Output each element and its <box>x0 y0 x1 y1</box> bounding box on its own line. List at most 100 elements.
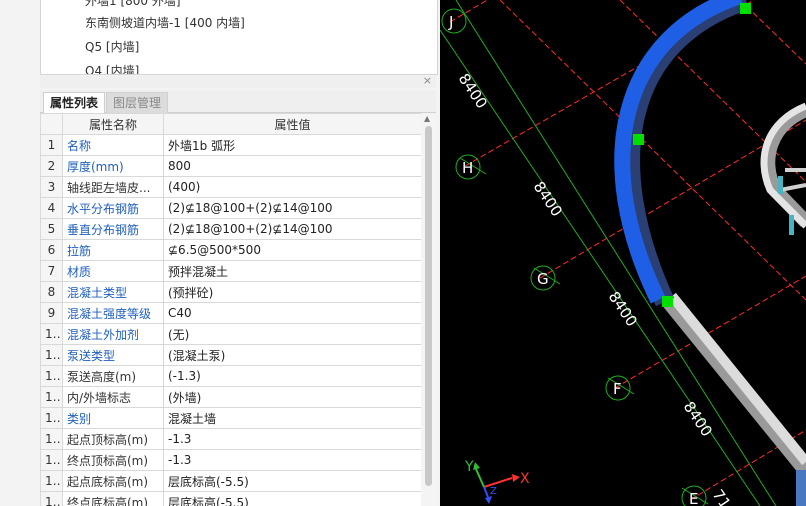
property-name-cell: 拉筋 <box>62 239 164 261</box>
table-row[interactable]: 15 起点顶标高(m) -1.3 <box>40 428 421 450</box>
property-name-cell: 材质 <box>62 260 164 282</box>
property-name-cell: 轴线距左墙皮... <box>62 176 164 198</box>
table-row[interactable]: 7 材质 预拌混凝土 <box>40 260 421 282</box>
left-panel: 外墙1 [800 外墙] 东南侧坡道内墙-1 [400 内墙] Q5 [内墙] … <box>0 0 440 506</box>
property-value-cell[interactable]: -1.3 <box>163 449 421 471</box>
grip-start[interactable] <box>740 3 751 14</box>
header-index <box>40 113 63 135</box>
property-name-cell: 混凝土类型 <box>62 281 164 303</box>
property-value-cell[interactable]: (2)⊈18@100+(2)⊈14@100 <box>163 197 421 219</box>
axis-label-f: F <box>613 380 622 398</box>
row-index: 14 <box>40 407 63 429</box>
row-index: 4 <box>40 197 63 219</box>
table-row[interactable]: 18 终点底标高(m) 层底标高(-5.5) <box>40 491 421 506</box>
scrollbar-thumb[interactable] <box>425 126 432 486</box>
table-row[interactable]: 13 内/外墙标志 (外墙) <box>40 386 421 408</box>
gizmo-z-label: Z <box>490 486 497 497</box>
property-value-cell[interactable]: -1.3 <box>163 428 421 450</box>
property-name-cell: 起点底标高(m) <box>62 470 164 492</box>
property-name-cell: 起点顶标高(m) <box>62 428 164 450</box>
row-index: 11 <box>40 344 63 366</box>
property-value-cell[interactable]: (外墙) <box>163 386 421 408</box>
table-row[interactable]: 10 混凝土外加剂 (无) <box>40 323 421 345</box>
property-table: 属性名称 属性值 1 名称 外墙1b 弧形 2 厚度(mm) 800 3 轴线距左墙皮...(… <box>40 113 421 506</box>
table-row[interactable]: 5 垂直分布钢筋 (2)⊈18@100+(2)⊈14@100 <box>40 218 421 240</box>
table-row[interactable]: 11 泵送类型 (混凝土泵) <box>40 344 421 366</box>
property-value-cell[interactable]: 预拌混凝土 <box>163 260 421 282</box>
grip-end[interactable] <box>662 296 673 307</box>
property-value-cell[interactable]: (400) <box>163 176 421 198</box>
header-property-value: 属性值 <box>163 113 421 135</box>
row-index: 18 <box>40 491 63 506</box>
grip-mid[interactable] <box>633 134 644 145</box>
property-value-cell[interactable]: (2)⊈18@100+(2)⊈14@100 <box>163 218 421 240</box>
component-tree: 外墙1 [800 外墙] 东南侧坡道内墙-1 [400 内墙] Q5 [内墙] … <box>40 0 438 75</box>
tree-item-q5[interactable]: Q5 [内墙] <box>85 38 139 55</box>
row-index: 15 <box>40 428 63 450</box>
property-name-cell: 终点底标高(m) <box>62 491 164 506</box>
row-index: 1 <box>40 134 63 156</box>
property-value-cell[interactable]: 混凝土墙 <box>163 407 421 429</box>
property-name-cell: 内/外墙标志 <box>62 386 164 408</box>
row-index: 10 <box>40 323 63 345</box>
property-value-cell[interactable]: (预拌砼) <box>163 281 421 303</box>
table-row[interactable]: 17 起点底标高(m) 层底标高(-5.5) <box>40 470 421 492</box>
scroll-up-icon[interactable]: ▲ <box>424 114 430 123</box>
dimension-texts: 8400 8400 8400 8400 71 <box>455 70 735 506</box>
property-value-cell[interactable]: C40 <box>163 302 421 324</box>
dimension-label-partial: 71 <box>709 486 735 506</box>
close-icon[interactable]: × <box>423 74 432 87</box>
table-row[interactable]: 8 混凝土类型 (预拌砼) <box>40 281 421 303</box>
property-grid: 属性名称 属性值 1 名称 外墙1b 弧形 2 厚度(mm) 800 3 轴线距左墙皮...(… <box>40 113 421 506</box>
table-row[interactable]: 4 水平分布钢筋 (2)⊈18@100+(2)⊈14@100 <box>40 197 421 219</box>
table-row[interactable]: 2 厚度(mm) 800 <box>40 155 421 177</box>
row-index: 13 <box>40 386 63 408</box>
table-row[interactable]: 12 泵送高度(m) (-1.3) <box>40 365 421 387</box>
row-index: 17 <box>40 470 63 492</box>
property-value-cell[interactable]: 层底标高(-5.5) <box>163 470 421 492</box>
property-value-cell[interactable]: ⊈6.5@500*500 <box>163 239 421 261</box>
tab-layer-management[interactable]: 图层管理 <box>106 92 169 114</box>
property-name-cell: 厚度(mm) <box>62 155 164 177</box>
property-value-cell[interactable]: 外墙1b 弧形 <box>163 134 421 156</box>
row-index: 3 <box>40 176 63 198</box>
selected-arc-wall[interactable] <box>614 0 750 307</box>
walls[interactable] <box>661 102 806 506</box>
property-name-cell: 泵送高度(m) <box>62 365 164 387</box>
property-rows: 1 名称 外墙1b 弧形 2 厚度(mm) 800 3 轴线距左墙皮... (400) 4 水平分布… <box>40 134 421 506</box>
table-row[interactable]: 14 类别 混凝土墙 <box>40 407 421 429</box>
tree-item-wall1[interactable]: 外墙1 [800 外墙] <box>85 0 181 9</box>
table-row[interactable]: 9 混凝土强度等级 C40 <box>40 302 421 324</box>
vertical-scrollbar[interactable]: ▲ <box>421 113 436 506</box>
panel-splitter[interactable]: × <box>40 74 436 88</box>
row-index: 8 <box>40 281 63 303</box>
dimension-label-1: 8400 <box>455 70 491 112</box>
property-name-cell: 混凝土强度等级 <box>62 302 164 324</box>
tree-item-q4[interactable]: Q4 [内墙] <box>85 62 139 74</box>
gizmo-x-label: X <box>520 471 530 487</box>
property-value-cell[interactable]: 800 <box>163 155 421 177</box>
header-property-name: 属性名称 <box>62 113 164 135</box>
dimension-lines <box>440 0 777 506</box>
table-row[interactable]: 1 名称 外墙1b 弧形 <box>40 134 421 156</box>
dimension-label-3: 8400 <box>605 288 641 330</box>
tab-property-list[interactable]: 属性列表 <box>43 92 106 114</box>
row-index: 2 <box>40 155 63 177</box>
property-value-cell[interactable]: (-1.3) <box>163 365 421 387</box>
tree-item-southeast-ramp-wall[interactable]: 东南侧坡道内墙-1 [400 内墙] <box>85 14 245 31</box>
property-name-cell: 混凝土外加剂 <box>62 323 164 345</box>
table-row[interactable]: 3 轴线距左墙皮... (400) <box>40 176 421 198</box>
property-value-cell[interactable]: 层底标高(-5.5) <box>163 491 421 506</box>
3d-viewport[interactable]: J H G F E 8400 8400 8400 8400 71 X Y Z <box>440 0 806 506</box>
table-row[interactable]: 6 拉筋 ⊈6.5@500*500 <box>40 239 421 261</box>
property-value-cell[interactable]: (无) <box>163 323 421 345</box>
dimension-label-2: 8400 <box>530 178 566 220</box>
table-row[interactable]: 16 终点顶标高(m) -1.3 <box>40 449 421 471</box>
property-name-cell: 终点顶标高(m) <box>62 449 164 471</box>
property-name-cell: 垂直分布钢筋 <box>62 218 164 240</box>
property-value-cell[interactable]: (混凝土泵) <box>163 344 421 366</box>
row-index: 6 <box>40 239 63 261</box>
axis-label-e: E <box>689 490 698 506</box>
panel-tabs: 属性列表 图层管理 <box>40 90 436 114</box>
model-view[interactable]: J H G F E 8400 8400 8400 8400 71 X Y Z <box>440 0 806 506</box>
